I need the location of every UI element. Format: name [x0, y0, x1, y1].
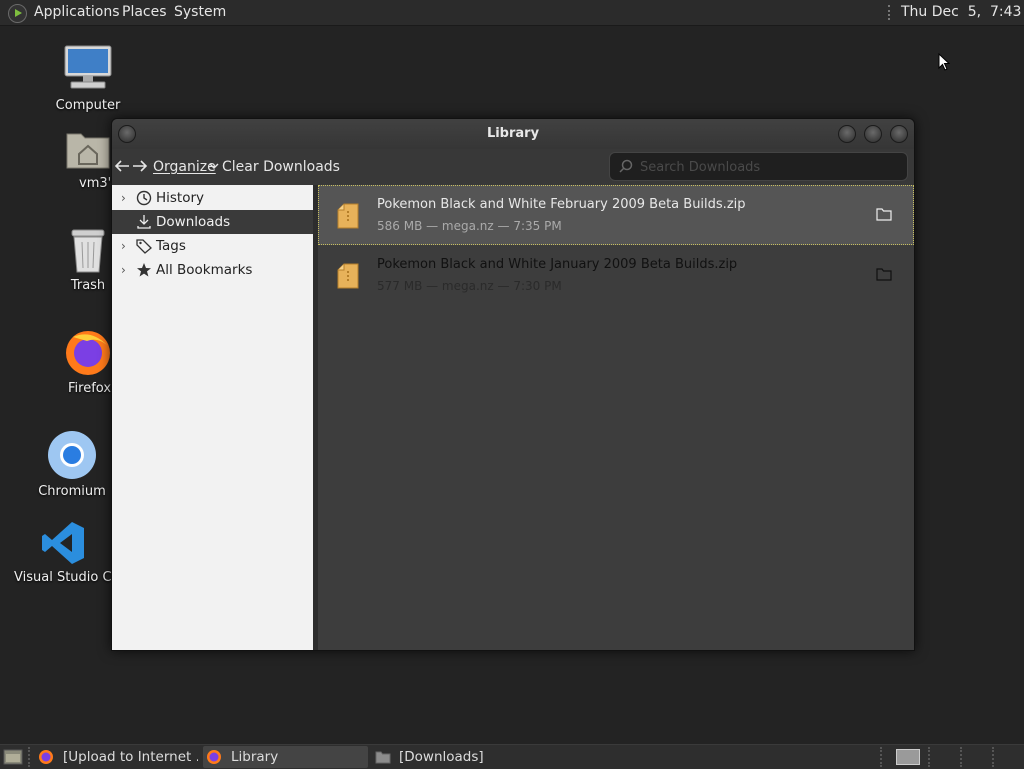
download-item[interactable]: Pokemon Black and White February 2009 Be…	[318, 185, 914, 245]
chromium-icon	[48, 431, 96, 479]
taskbar-button-label: [Upload to Internet ...	[63, 749, 198, 765]
taskbar-button-library[interactable]: Library	[203, 746, 368, 768]
sidebar-item-label: Tags	[156, 238, 186, 254]
sidebar-item-history[interactable]: › History	[112, 186, 313, 210]
firefox-icon	[39, 750, 53, 764]
taskbar-separator	[28, 747, 32, 767]
firefox-icon	[207, 750, 221, 764]
download-filename: Pokemon Black and White January 2009 Bet…	[377, 257, 738, 272]
maximize-button[interactable]	[864, 125, 882, 143]
archive-file-icon	[337, 203, 359, 229]
trash-icon	[71, 229, 105, 273]
download-icon	[137, 215, 151, 229]
tag-icon	[136, 239, 152, 254]
taskbar-separator	[960, 747, 964, 767]
clock[interactable]: Thu Dec 5, 7:43 PM	[901, 0, 1024, 25]
window-titlebar[interactable]: Library	[112, 119, 914, 149]
desktop-icon-label: Visual Studio Code	[14, 570, 112, 585]
panel-separator	[888, 5, 892, 20]
top-panel: Applications Places System Thu Dec 5, 7:…	[0, 0, 1024, 26]
menu-applications[interactable]: Applications	[34, 0, 120, 25]
chevron-down-icon	[209, 163, 219, 169]
search-icon	[619, 159, 633, 173]
expand-chevron-icon[interactable]: ›	[121, 234, 126, 258]
home-folder-icon	[66, 133, 110, 169]
desktop-icon-label: Computer	[55, 98, 121, 113]
window-title: Library	[486, 126, 540, 141]
taskbar-separator	[880, 747, 884, 767]
menu-places[interactable]: Places	[122, 0, 167, 25]
taskbar-separator	[992, 747, 996, 767]
show-desktop-icon[interactable]	[3, 748, 23, 766]
downloads-list: Pokemon Black and White February 2009 Be…	[318, 185, 914, 650]
desktop-icon-computer[interactable]: Computer	[28, 44, 148, 113]
close-button[interactable]	[890, 125, 908, 143]
vscode-icon	[42, 522, 84, 564]
workspace-switcher-icon[interactable]	[896, 749, 920, 765]
library-toolbar: Organize Clear Downloads	[112, 149, 914, 185]
firefox-icon	[66, 331, 110, 375]
star-icon	[137, 263, 151, 277]
expand-chevron-icon[interactable]: ›	[121, 186, 126, 210]
back-arrow-icon[interactable]	[114, 159, 130, 173]
search-box[interactable]	[609, 152, 908, 181]
archive-file-icon	[337, 263, 359, 289]
computer-icon	[64, 45, 112, 89]
taskbar-button-downloads[interactable]: [Downloads]	[372, 746, 542, 768]
mouse-cursor-icon	[938, 53, 950, 71]
library-window: Library Organize Clear Downloads › H	[111, 118, 915, 651]
forward-arrow-icon[interactable]	[132, 159, 148, 173]
download-item[interactable]: Pokemon Black and White January 2009 Bet…	[318, 245, 914, 305]
sidebar-item-label: All Bookmarks	[156, 262, 253, 278]
open-folder-icon[interactable]	[876, 207, 892, 221]
bottom-taskbar: [Upload to Internet ... Library [Downloa…	[0, 744, 1024, 769]
organize-menu-button[interactable]: Organize	[153, 159, 216, 175]
library-sidebar: › History Downloads › Tags › All Bookmar…	[112, 185, 313, 650]
taskbar-separator	[928, 747, 932, 767]
clear-downloads-button[interactable]: Clear Downloads	[222, 159, 340, 175]
sidebar-item-tags[interactable]: › Tags	[112, 234, 313, 258]
taskbar-button-label: [Downloads]	[399, 749, 484, 765]
minimize-button[interactable]	[838, 125, 856, 143]
open-folder-icon[interactable]	[876, 267, 892, 281]
desktop-icon-vscode[interactable]: Visual Studio Code	[14, 520, 112, 585]
taskbar-button-label: Library	[231, 749, 279, 765]
clock-icon	[136, 190, 152, 206]
sidebar-item-all-bookmarks[interactable]: › All Bookmarks	[112, 258, 313, 282]
download-status: 577 MB — mega.nz — 7:30 PM	[377, 279, 562, 293]
expand-chevron-icon[interactable]: ›	[121, 258, 126, 282]
sidebar-item-label: History	[156, 190, 205, 206]
sidebar-item-label: Downloads	[156, 214, 231, 230]
download-filename: Pokemon Black and White February 2009 Be…	[377, 197, 746, 212]
search-input[interactable]	[638, 156, 902, 178]
sidebar-item-downloads[interactable]: Downloads	[112, 210, 313, 234]
taskbar-button-upload[interactable]: [Upload to Internet ...	[36, 746, 198, 768]
applications-logo-icon[interactable]	[8, 4, 27, 23]
download-status: 586 MB — mega.nz — 7:35 PM	[377, 219, 562, 233]
folder-icon	[375, 751, 391, 764]
menu-system[interactable]: System	[174, 0, 226, 25]
